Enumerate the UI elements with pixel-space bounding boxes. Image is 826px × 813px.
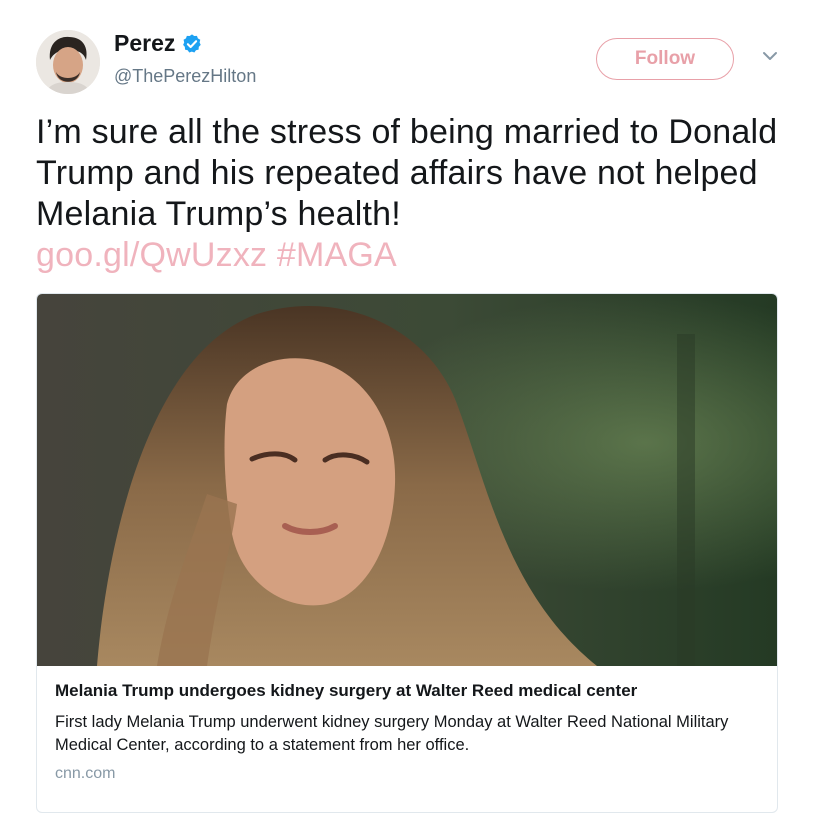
- chevron-down-icon[interactable]: [762, 50, 778, 62]
- link-card[interactable]: Melania Trump undergoes kidney surgery a…: [36, 293, 778, 813]
- card-title[interactable]: Melania Trump undergoes kidney surgery a…: [55, 681, 761, 701]
- verified-badge-icon: [183, 33, 202, 53]
- tweet-text: I’m sure all the stress of being married…: [36, 112, 796, 276]
- card-body: Melania Trump undergoes kidney surgery a…: [37, 666, 777, 783]
- tweet-hashtag[interactable]: #MAGA: [277, 236, 397, 274]
- tweet-body: I’m sure all the stress of being married…: [36, 113, 778, 233]
- card-image: [37, 294, 777, 666]
- card-description: First lady Melania Trump underwent kidne…: [55, 713, 729, 754]
- card-domain: cnn.com: [55, 765, 116, 782]
- tweet-link[interactable]: goo.gl/QwUzxz: [36, 236, 267, 274]
- avatar-photo: [36, 30, 100, 94]
- follow-button[interactable]: Follow: [596, 38, 734, 80]
- user-handle[interactable]: @ThePerezHilton: [114, 66, 256, 87]
- display-name[interactable]: Perez: [114, 30, 175, 57]
- avatar[interactable]: [36, 30, 100, 94]
- user-name-row[interactable]: Perez: [114, 30, 203, 57]
